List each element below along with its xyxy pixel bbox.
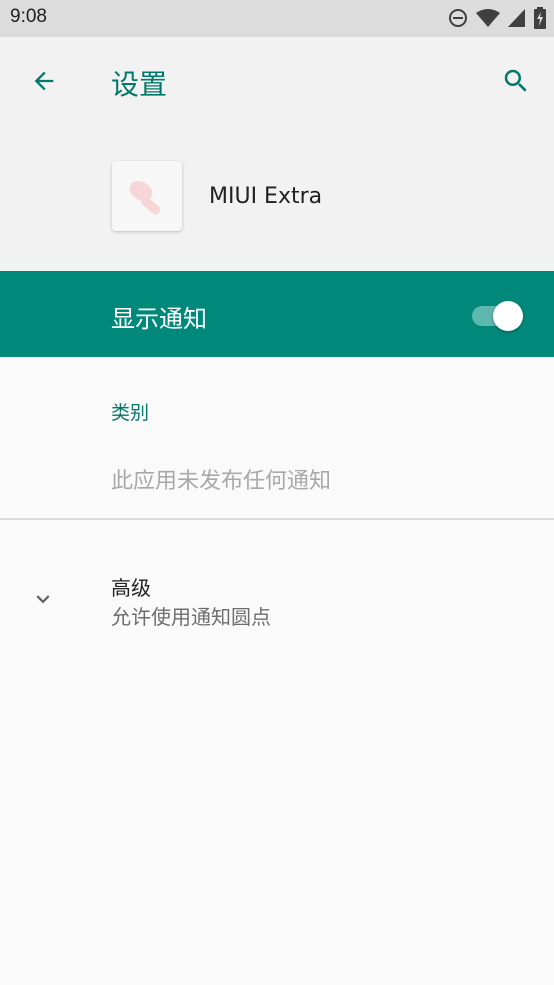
search-button[interactable] <box>492 59 540 107</box>
divider <box>0 518 554 520</box>
chevron-down-icon <box>30 586 56 612</box>
search-icon <box>501 66 531 100</box>
show-notifications-switch-row[interactable]: 显示通知 <box>0 271 554 357</box>
status-icons <box>448 7 546 29</box>
advanced-title: 高级 <box>111 576 151 600</box>
app-name: MIUI Extra <box>209 184 323 209</box>
signal-icon <box>508 8 526 28</box>
advanced-summary: 允许使用通知圆点 <box>111 605 271 629</box>
battery-charging-icon <box>534 7 546 29</box>
arrow-back-icon <box>30 67 58 99</box>
advanced-row[interactable]: 高级 允许使用通知圆点 <box>0 560 554 640</box>
wifi-icon <box>476 8 500 28</box>
page-title: 设置 <box>111 68 168 101</box>
app-header: 设置 MIUI Extra <box>0 37 554 271</box>
back-button[interactable] <box>20 59 68 107</box>
toggle-thumb <box>493 301 523 331</box>
show-notifications-toggle[interactable] <box>472 301 526 331</box>
app-icon <box>112 161 182 231</box>
status-bar: 9:08 <box>0 0 554 37</box>
show-notifications-label: 显示通知 <box>111 305 207 333</box>
no-notifications-text: 此应用未发布任何通知 <box>111 469 332 494</box>
categories-header: 类别 <box>111 402 150 424</box>
do-not-disturb-icon <box>448 8 468 28</box>
status-time: 9:08 <box>10 6 47 27</box>
